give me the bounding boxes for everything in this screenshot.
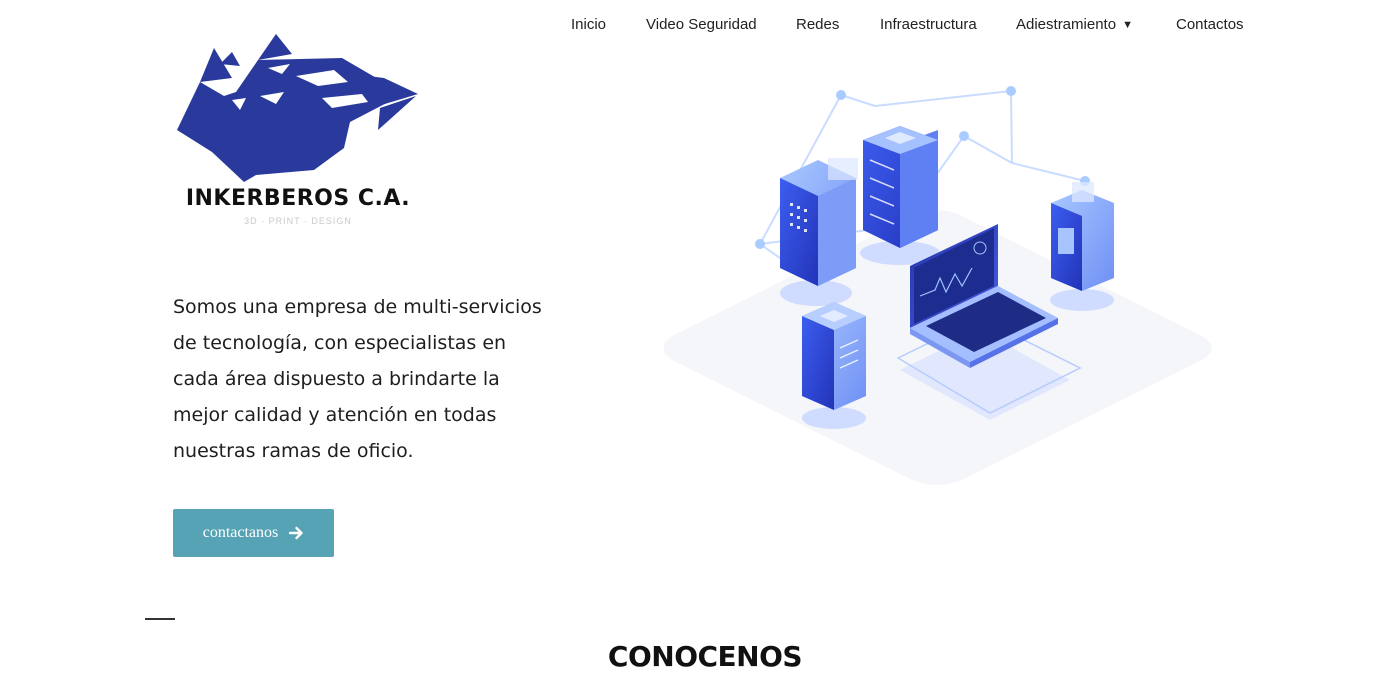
nav-item-video-seguridad[interactable]: Video Seguridad (646, 16, 757, 34)
section-title-conocenos: CONOCENOS (607, 640, 803, 673)
nav-item-adiestramiento[interactable]: Adiestramiento ▼ (1016, 16, 1133, 34)
nav-item-redes[interactable]: Redes (796, 16, 839, 34)
arrow-right-icon (289, 526, 303, 540)
hero-description: Somos una empresa de multi-servicios de … (173, 296, 542, 462)
servers-network-illustration-icon (663, 86, 1212, 485)
section-divider (145, 618, 175, 620)
nav-item-adiestramiento-label: Adiestramiento (1016, 16, 1117, 33)
caret-down-icon: ▼ (1122, 19, 1133, 31)
brand-logo[interactable]: INKERBEROS C.A. 3D · PRINT · DESIGN (172, 30, 424, 230)
hero-illustration (650, 78, 1225, 493)
nav-item-contactos[interactable]: Contactos (1176, 16, 1244, 34)
brand-name: INKERBEROS C.A. (185, 186, 411, 211)
nav-item-inicio[interactable]: Inicio (571, 16, 606, 34)
nav-item-infraestructura[interactable]: Infraestructura (880, 16, 977, 34)
brand-tagline: 3D · PRINT · DESIGN (244, 216, 352, 226)
contact-cta-button[interactable]: contactanos (173, 509, 334, 557)
contact-cta-label: contactanos (202, 524, 279, 541)
wolf-logo-icon (177, 34, 418, 182)
